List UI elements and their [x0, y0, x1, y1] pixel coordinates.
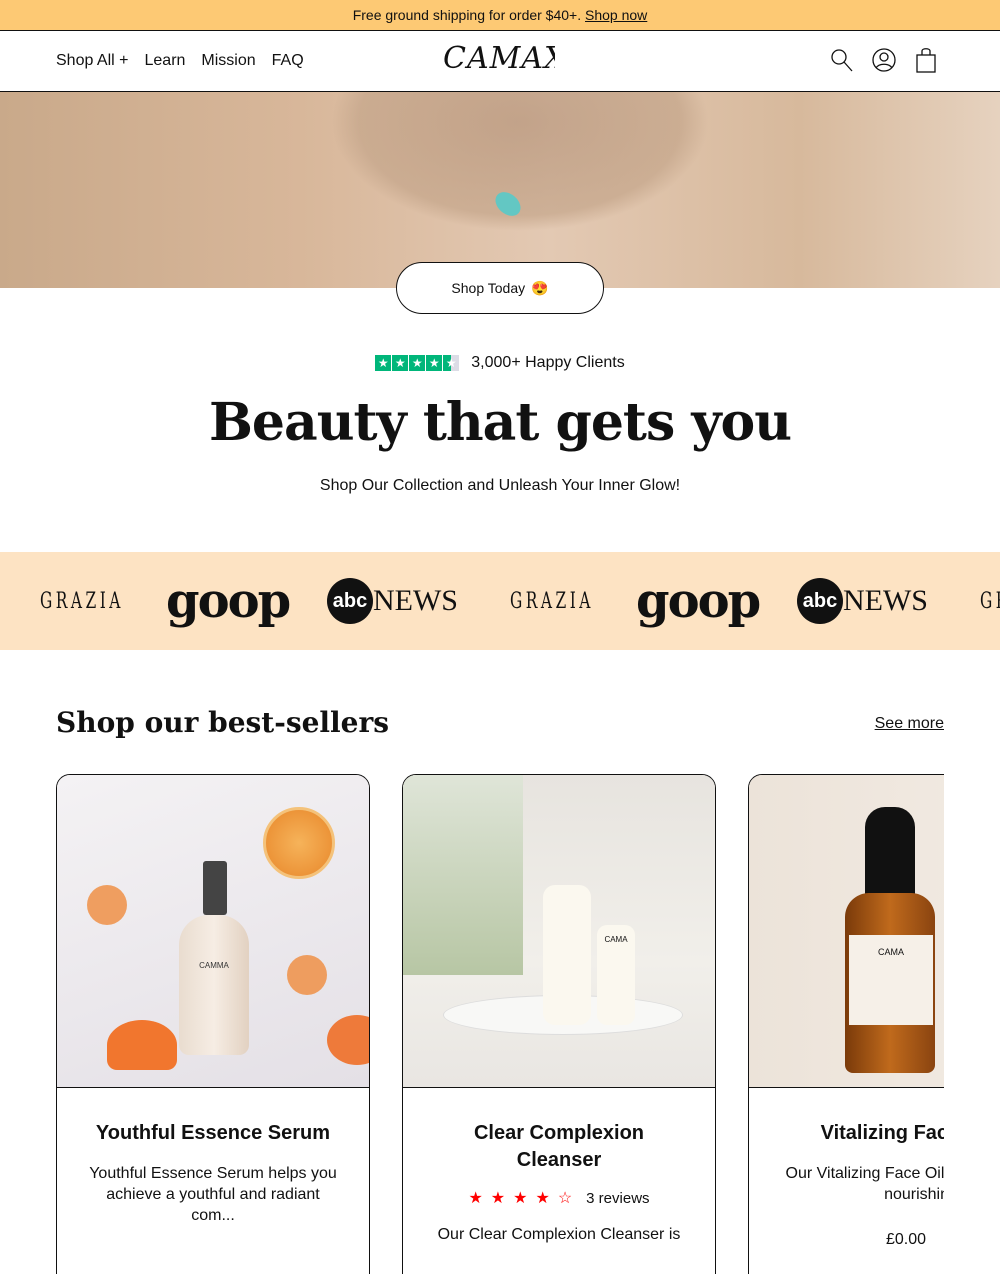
shop-today-button[interactable]: Shop Today 😍	[396, 262, 604, 314]
nav-mission[interactable]: Mission	[201, 52, 255, 70]
happy-clients-text: 3,000+ Happy Clients	[471, 354, 625, 371]
nav-shop-all[interactable]: Shop All +	[56, 52, 129, 70]
cart-icon[interactable]	[914, 47, 938, 78]
product-name[interactable]: Vitalizing Face Oil	[779, 1120, 944, 1147]
bestsellers-title: Shop our best-sellers	[56, 706, 390, 739]
nav-faq[interactable]: FAQ	[272, 52, 304, 70]
nav-learn[interactable]: Learn	[145, 52, 186, 70]
site-header: Shop All + Learn Mission FAQ CAMAX	[0, 31, 1000, 92]
goop-logo: goop	[166, 573, 291, 629]
search-icon[interactable]	[830, 47, 854, 78]
press-logos-strip: GRAZIA goop abc NEWS GRAZIA goop abc NEWS …	[0, 552, 1000, 650]
product-name[interactable]: Youthful Essence Serum	[87, 1120, 339, 1147]
product-price: £0.00	[885, 1231, 927, 1248]
review-count[interactable]: 3 reviews	[586, 1190, 649, 1207]
product-name[interactable]: Clear Complexion Cleanser	[433, 1120, 685, 1174]
abc-news-logo: abc NEWS	[327, 552, 458, 650]
shop-now-link[interactable]: Shop now	[585, 7, 647, 23]
bottle-label: CAMA	[597, 925, 635, 1025]
shop-today-label: Shop Today	[451, 280, 526, 296]
product-image: CAMMA	[57, 775, 369, 1088]
main-nav: Shop All + Learn Mission FAQ	[56, 52, 304, 70]
product-card[interactable]: CAMA Vitalizing Face Oil Our Vitalizing …	[748, 774, 944, 1274]
grazia-logo: GRAZIA	[40, 588, 124, 614]
announcement-bar: Free ground shipping for order $40+. Sho…	[0, 0, 1000, 31]
goop-logo: goop	[636, 573, 761, 629]
product-description: Youthful Essence Serum helps you achieve…	[89, 1165, 337, 1224]
trustpilot-stars: ★ ★ ★ ★ ★	[375, 355, 460, 371]
product-card[interactable]: CAMA Clear Complexion Cleanser ★ ★ ★ ★ ☆ 3 re…	[402, 774, 716, 1274]
rating-row: ★ ★ ★ ★ ★ 3,000+ Happy Clients	[0, 354, 1000, 372]
product-image: CAMA	[403, 775, 715, 1088]
announcement-text: Free ground shipping for order $40+.	[352, 7, 582, 23]
abc-news-logo: abc NEWS	[797, 552, 928, 650]
account-icon[interactable]	[872, 47, 896, 78]
product-rating: ★ ★ ★ ★ ☆ 3 reviews	[468, 1189, 650, 1208]
site-logo[interactable]: CAMAX	[443, 41, 555, 76]
headline: Beauty that gets you	[208, 392, 792, 453]
hero-image	[0, 92, 1000, 288]
subheadline: Shop Our Collection and Unleash Your Inn…	[319, 477, 681, 494]
grazia-logo: GRAZIA	[510, 588, 594, 614]
see-more-link[interactable]: See more	[875, 715, 944, 733]
bottle-label: CAMA	[849, 935, 933, 1025]
grazia-logo: GRAZIA	[980, 588, 1000, 614]
product-card[interactable]: CAMMA Youthful Essence Serum Youthful Es…	[56, 774, 370, 1274]
bottle-label: CAMMA	[179, 915, 249, 1055]
product-carousel: CAMMA Youthful Essence Serum Youthful Es…	[56, 774, 944, 1274]
product-image: CAMA	[749, 775, 944, 1088]
product-description: Our Vitalizing Face Oil is natural, skin…	[785, 1165, 944, 1203]
product-description: Our Clear Complexion Cleanser is	[437, 1226, 681, 1243]
heart-eyes-emoji: 😍	[531, 279, 549, 296]
